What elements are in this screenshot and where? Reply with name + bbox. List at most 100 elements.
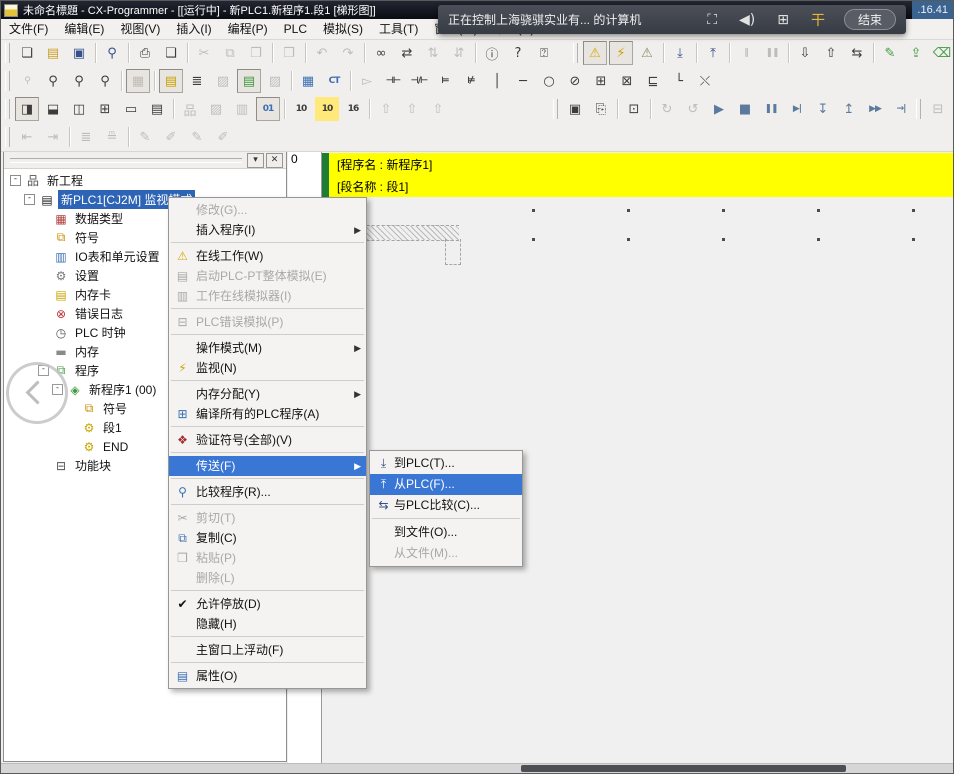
paste-attributes-icon[interactable]: ❒ [277, 41, 301, 65]
cross-reference-icon[interactable]: ⊞ [93, 97, 117, 121]
symbol-bar-icon[interactable]: ▦ [296, 69, 320, 93]
monitor-data-icon[interactable]: ▥ [230, 97, 254, 121]
menu-programming[interactable]: 编程(P) [220, 20, 276, 38]
signed-decimal-display-icon[interactable]: 10 [315, 97, 339, 121]
tree-item-new-project[interactable]: -品新工程 [6, 171, 286, 190]
submenu-item-compare-with-plc[interactable]: ⇆与PLC比较(C)... [370, 495, 522, 516]
transfer-from-plc-icon[interactable]: ⤒ [701, 41, 725, 65]
context-menu-item-monitor[interactable]: ⚡监视(N) [169, 358, 366, 378]
open-file-icon[interactable]: ▤ [41, 41, 65, 65]
transfer-to-plc-icon[interactable]: ⤓ [668, 41, 692, 65]
compile-program-icon[interactable]: ⇧ [374, 97, 398, 121]
toolbar-grip[interactable] [5, 127, 10, 147]
toolbar-grip[interactable] [553, 99, 558, 119]
new-or-closed-contact-icon[interactable]: ⊭ [459, 69, 483, 93]
zoom-in-icon[interactable]: ⚲ [67, 69, 91, 93]
download-program-icon[interactable]: ⇩ [793, 41, 817, 65]
bookmark-set-icon[interactable]: ✎ [133, 125, 157, 149]
find-previous-icon[interactable]: ⇅ [421, 41, 445, 65]
context-help-icon[interactable]: ⍰ [532, 41, 556, 65]
context-menu-item-properties[interactable]: ▤属性(O) [169, 666, 366, 686]
print-icon[interactable]: ⎙ [133, 41, 157, 65]
context-menu-item-insert-program[interactable]: 插入程序(I)▶ [169, 220, 366, 240]
properties-window-icon[interactable]: ▤ [145, 97, 169, 121]
ct-view-icon[interactable]: CT [322, 69, 346, 93]
context-menu-item-memory-allocation[interactable]: 内存分配(Y)▶ [169, 384, 366, 404]
menu-simulation[interactable]: 模拟(S) [315, 20, 371, 38]
privilege-icon[interactable]: 干 [811, 10, 825, 30]
context-menu-item-validate-symbols-all[interactable]: ❖验证符号(全部)(V) [169, 430, 366, 450]
binary-display-icon[interactable]: 01 [256, 97, 280, 121]
io-comment-icon[interactable]: ▨ [204, 97, 228, 121]
about-icon[interactable]: ⓘ [480, 41, 504, 65]
display-icon[interactable]: ⊞ [777, 12, 789, 28]
new-function-icon[interactable]: ⊞ [589, 69, 613, 93]
bookmark-previous-icon[interactable]: ✎ [185, 125, 209, 149]
context-menu-item-cut[interactable]: ✂剪切(T) [169, 508, 366, 528]
monitor-pane-1-icon[interactable]: ⊟ [926, 97, 950, 121]
help-icon[interactable]: ? [506, 41, 530, 65]
monitor-mode-icon[interactable]: ⚡ [609, 41, 633, 65]
decimal-display-icon[interactable]: 10 [289, 97, 313, 121]
new-file-icon[interactable]: ❏ [15, 41, 39, 65]
copy-icon[interactable]: ⧉ [218, 41, 242, 65]
new-coil-icon[interactable]: ○ [537, 69, 561, 93]
menu-edit[interactable]: 编辑(E) [56, 20, 112, 38]
sim-scan-run-icon[interactable]: ↻ [655, 97, 679, 121]
new-closed-coil-icon[interactable]: ⊘ [563, 69, 587, 93]
menu-plc[interactable]: PLC [276, 20, 315, 38]
toolbar-grip[interactable] [573, 43, 578, 63]
symbol-display-icon[interactable]: 品 [178, 97, 202, 121]
submenu-item-to-file[interactable]: 到文件(O)... [370, 522, 522, 543]
bookmark-next-icon[interactable]: ✐ [159, 125, 183, 149]
context-menu-item-compare-program[interactable]: ⚲比较程序(R)... [169, 482, 366, 502]
context-menu-item-hide[interactable]: 隐藏(H) [169, 614, 366, 634]
context-menu-item-work-online-simulator[interactable]: ▥工作在线模拟器(I) [169, 286, 366, 306]
menu-insert[interactable]: 插入(I) [168, 20, 219, 38]
sim-step-in-icon[interactable]: ↧ [811, 97, 835, 121]
zoom-fit-icon[interactable]: ⚲ [15, 69, 39, 93]
sim-step-icon[interactable]: ▶| [785, 97, 809, 121]
hex-display-icon[interactable]: 16 [341, 97, 365, 121]
grid-toggle-icon[interactable]: ▦ [126, 69, 150, 93]
end-session-button[interactable]: 结束 [844, 9, 896, 30]
new-closed-contact-icon[interactable]: ⊣/⊢ [407, 69, 431, 93]
submenu-item-from-file[interactable]: 从文件(M)... [370, 543, 522, 564]
zoom-reset-icon[interactable]: ⚲ [41, 69, 65, 93]
sim-run-icon[interactable]: ▶ [707, 97, 731, 121]
speaker-icon[interactable]: ◀) [739, 12, 755, 28]
context-menu-item-plc-error-simulation[interactable]: ⊟PLC错误模拟(P) [169, 312, 366, 332]
bookmark-clear-icon[interactable]: ✐ [211, 125, 235, 149]
toolbar-grip[interactable] [5, 99, 10, 119]
transfer-simulator-icon[interactable]: ⊡ [622, 97, 646, 121]
panel-drag-slot[interactable] [10, 158, 242, 163]
previous-reference-icon[interactable]: ⇤ [15, 125, 39, 149]
pause-monitoring-icon[interactable]: ⚠ [635, 41, 659, 65]
panel-close-button[interactable]: ✕ [266, 153, 283, 168]
replace-icon[interactable]: ⇄ [395, 41, 419, 65]
context-menu-item-operation-mode[interactable]: 操作模式(M)▶ [169, 338, 366, 358]
context-menu-item-start-plc-pt-simulation[interactable]: ▤启动PLC-PT整体模拟(E) [169, 266, 366, 286]
redo-icon[interactable]: ↷ [336, 41, 360, 65]
context-menu-item-paste[interactable]: ❒粘贴(P) [169, 548, 366, 568]
print-preview-icon[interactable]: ❑ [159, 41, 183, 65]
undo-icon[interactable]: ↶ [310, 41, 334, 65]
compare-icon[interactable]: ⚲ [100, 41, 124, 65]
panel-dropdown-button[interactable]: ▾ [247, 153, 264, 168]
toolbar-grip[interactable] [916, 99, 921, 119]
new-or-contact-icon[interactable]: ⊨ [433, 69, 457, 93]
context-menu-item-modify[interactable]: 修改(G)... [169, 200, 366, 220]
tree-expander-icon[interactable]: - [24, 194, 35, 205]
context-menu-item-compile-all-plc-programs[interactable]: ⊞编译所有的PLC程序(A) [169, 404, 366, 424]
transfer-changes-icon[interactable]: ⇧ [426, 97, 450, 121]
work-online-icon[interactable]: ⚠ [583, 41, 607, 65]
paste-icon[interactable]: ❒ [244, 41, 268, 65]
online-edit-cancel-icon[interactable]: ⌫ [930, 41, 954, 65]
compile-section-icon[interactable]: ⇧ [400, 97, 424, 121]
zoom-out-icon[interactable]: ⚲ [93, 69, 117, 93]
rung-comment-icon[interactable]: ▤ [159, 69, 183, 93]
context-menu-item-copy[interactable]: ⧉复制(C) [169, 528, 366, 548]
context-menu-item-work-online[interactable]: ⚠在线工作(W) [169, 246, 366, 266]
rung-wrap-icon[interactable]: ▨ [211, 69, 235, 93]
address-reference-icon[interactable]: ▭ [119, 97, 143, 121]
